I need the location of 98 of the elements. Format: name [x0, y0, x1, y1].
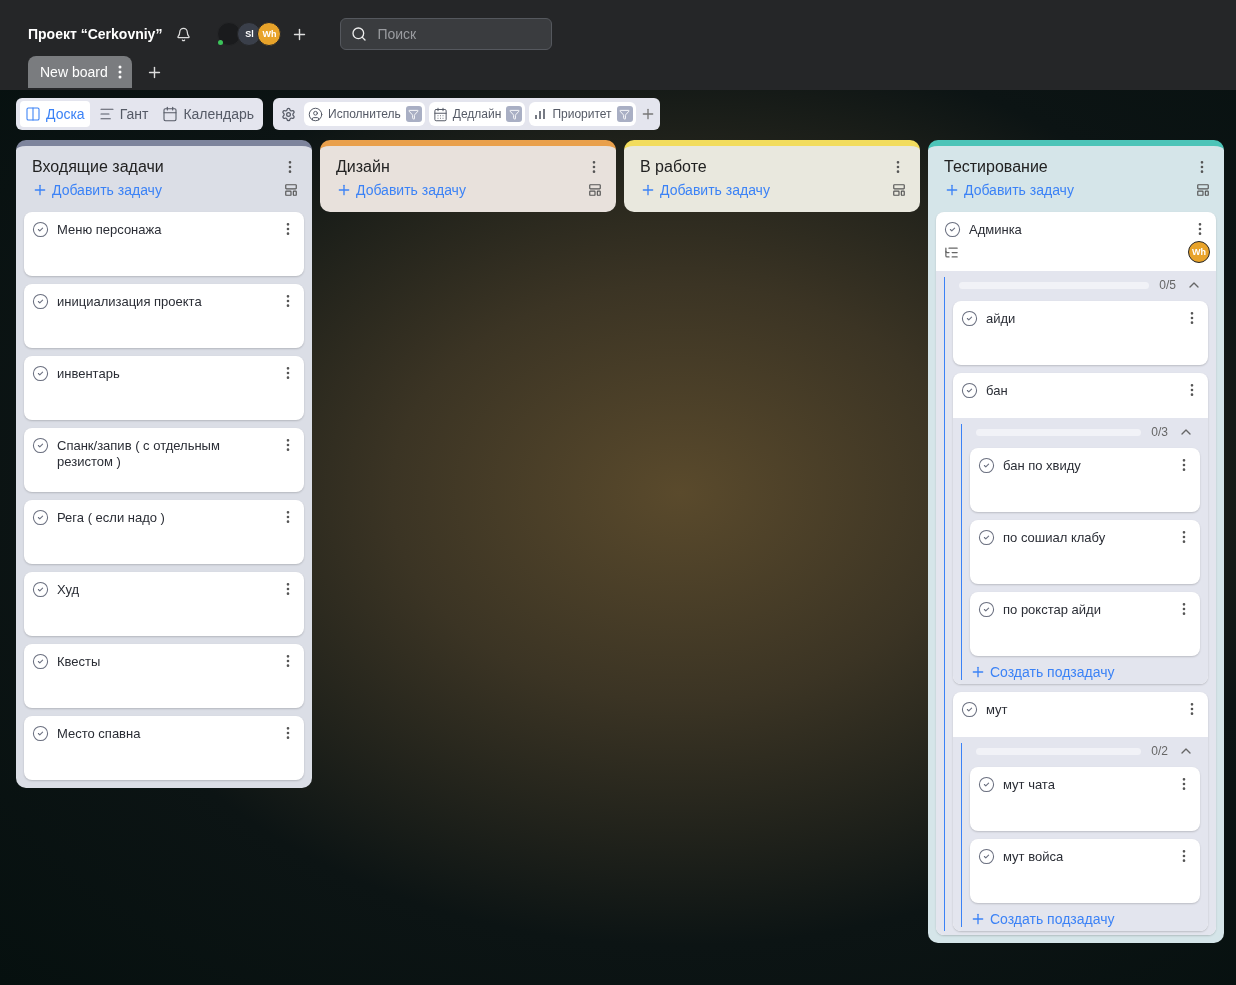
column-title: Дизайн: [336, 158, 390, 176]
settings-icon: [281, 106, 297, 122]
task-title: Меню персонажа: [57, 221, 163, 238]
task-title: Квесты: [57, 653, 102, 670]
view-tab[interactable]: Календарь: [157, 101, 260, 127]
check-circle-icon[interactable]: [32, 581, 49, 598]
task-card[interactable]: инвентарь: [24, 356, 304, 420]
task-card[interactable]: инициализация проекта: [24, 284, 304, 348]
task-card[interactable]: айди: [953, 301, 1208, 365]
task-card[interactable]: Рега ( если надо ): [24, 500, 304, 564]
bars-icon: [533, 107, 548, 121]
task-title: бан: [986, 382, 1009, 399]
task-card[interactable]: Меню персонажа: [24, 212, 304, 276]
template-button[interactable]: [588, 183, 602, 197]
plus-icon: [32, 182, 48, 198]
check-circle-icon[interactable]: [978, 457, 995, 474]
task-title: Админка: [969, 221, 1023, 238]
filter-button[interactable]: Приоритет: [529, 102, 636, 126]
task-title: Рега ( если надо ): [57, 509, 166, 526]
notification-button[interactable]: [176, 26, 192, 42]
task-card[interactable]: Худ: [24, 572, 304, 636]
filter-icon: [405, 106, 422, 122]
check-circle-icon[interactable]: [961, 382, 978, 399]
check-circle-icon[interactable]: [32, 221, 49, 238]
task-title: Место спавна: [57, 725, 142, 742]
task-card[interactable]: бан по хвиду: [970, 448, 1200, 512]
template-icon: [892, 183, 906, 197]
plus-icon: [970, 664, 986, 680]
template-button[interactable]: [892, 183, 906, 197]
more-icon: [117, 65, 122, 79]
task-card[interactable]: Спанк/запив ( с отдельным резистом ): [24, 428, 304, 492]
task-card[interactable]: по рокстар айди: [970, 592, 1200, 656]
filter-button[interactable]: Исполнитель: [304, 102, 425, 126]
search-icon: [351, 26, 368, 42]
column-title: В работе: [640, 158, 707, 176]
filter-icon: [506, 106, 523, 122]
task-title: инвентарь: [57, 365, 121, 382]
user-icon: [308, 106, 324, 122]
task-title: мут: [986, 701, 1009, 718]
task-title: по сошиал клабу: [1003, 529, 1107, 546]
template-button[interactable]: [1196, 183, 1210, 197]
task-title: инициализация проекта: [57, 293, 203, 310]
task-card[interactable]: мут войса: [970, 839, 1200, 903]
task-card[interactable]: мут 0/2 мут чата мут войса Создать подзадачу: [953, 692, 1208, 931]
filter-icon: [616, 106, 633, 122]
template-icon: [1196, 183, 1210, 197]
task-title: айди: [986, 310, 1017, 327]
check-circle-icon[interactable]: [978, 529, 995, 546]
template-icon: [588, 183, 602, 197]
view-tab[interactable]: Доска: [20, 101, 90, 127]
check-circle-icon[interactable]: [978, 776, 995, 793]
check-circle-icon[interactable]: [32, 725, 49, 742]
task-card[interactable]: Квесты: [24, 644, 304, 708]
check-circle-icon[interactable]: [961, 701, 978, 718]
check-circle-icon[interactable]: [961, 310, 978, 327]
task-title: по рокстар айди: [1003, 601, 1102, 618]
plus-icon: [970, 911, 986, 927]
calendar-icon: [162, 106, 179, 122]
check-circle-icon[interactable]: [944, 221, 961, 238]
task-title: Худ: [57, 581, 81, 598]
search-field[interactable]: Поиск: [340, 18, 553, 50]
task-card[interactable]: по сошиал клабу: [970, 520, 1200, 584]
check-circle-icon[interactable]: [32, 653, 49, 670]
column-title: Тестирование: [944, 158, 1048, 176]
assignee-avatar: Wh: [1188, 241, 1210, 263]
subtask-tree-icon: [944, 244, 959, 260]
bell-icon: [176, 26, 192, 42]
task-title: мут войса: [1003, 848, 1065, 865]
plus-icon: [336, 182, 352, 198]
check-circle-icon[interactable]: [32, 365, 49, 382]
task-card[interactable]: Админка Wh 0/5 айди бан 0/3 бан по хвиду по сошиал клабу по рокстар айди Создать подзадачу мут 0/2 мут чата мут войса Создать подзадачу: [936, 212, 1216, 935]
calendar-icon: [432, 106, 448, 122]
check-circle-icon[interactable]: [32, 509, 49, 526]
filter-button[interactable]: Дедлайн: [428, 102, 526, 126]
board-view-icon: [25, 106, 41, 122]
task-card[interactable]: Место спавна: [24, 716, 304, 780]
task-title: Спанк/запив ( с отдельным резистом ): [57, 437, 221, 470]
task-title: бан по хвиду: [1003, 457, 1082, 474]
task-title: мут чата: [1003, 776, 1056, 793]
search-input[interactable]: Поиск: [375, 25, 530, 43]
template-button[interactable]: [284, 183, 298, 197]
view-tab[interactable]: Гант: [93, 101, 154, 127]
check-circle-icon[interactable]: [32, 293, 49, 310]
check-circle-icon[interactable]: [978, 601, 995, 618]
column-title: Входящие задачи: [32, 158, 164, 176]
progress-count: 0/3: [1151, 425, 1168, 439]
task-card[interactable]: бан 0/3 бан по хвиду по сошиал клабу по рокстар айди Создать подзадачу: [953, 373, 1208, 684]
plus-icon: [944, 182, 960, 198]
gantt-icon: [98, 106, 115, 122]
check-circle-icon[interactable]: [32, 437, 49, 454]
progress-count: 0/2: [1151, 744, 1168, 758]
progress-count: 0/5: [1159, 278, 1176, 292]
task-card[interactable]: мут чата: [970, 767, 1200, 831]
check-circle-icon[interactable]: [978, 848, 995, 865]
project-title: Проект “Cerkovniy”: [28, 26, 163, 42]
template-icon: [284, 183, 298, 197]
plus-icon: [640, 182, 656, 198]
board-tab[interactable]: New board: [28, 56, 132, 88]
